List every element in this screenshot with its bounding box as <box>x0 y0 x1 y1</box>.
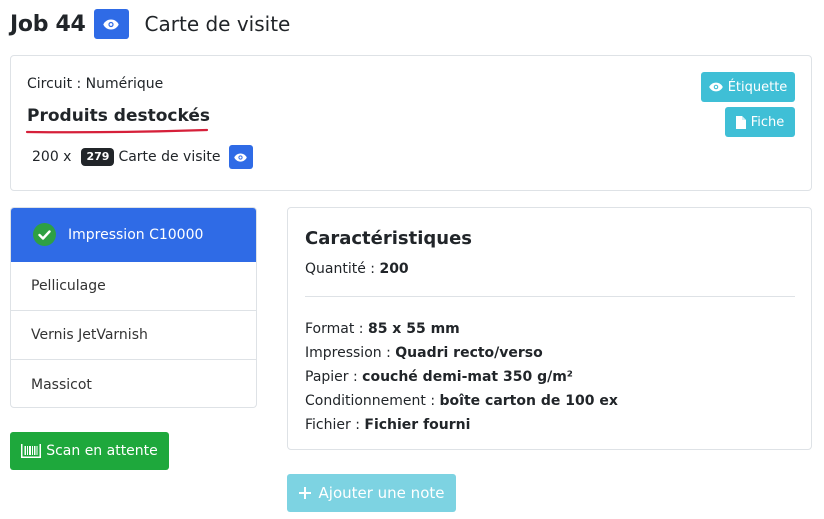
spec-impression: Impression : Quadri recto/verso <box>305 341 618 365</box>
circuit-label: Circuit : Numérique <box>27 76 164 92</box>
spec-value: 85 x 55 mm <box>367 321 460 337</box>
spec-fichier: Fichier : Fichier fourni <box>305 413 618 437</box>
step-vernis[interactable]: Vernis JetVarnish <box>11 311 256 360</box>
production-steps: Impression C10000 Pelliculage Vernis Jet… <box>10 207 257 408</box>
specs-list: Format : 85 x 55 mm Impression : Quadri … <box>305 317 618 437</box>
characteristics-quantity: Quantité : 200 <box>305 261 409 277</box>
spec-value: couché demi-mat 350 g/m² <box>362 369 573 385</box>
spec-label: Format : <box>305 321 368 337</box>
page-header: Job 44 Carte de visite <box>10 9 290 39</box>
characteristics-title: Caractéristiques <box>305 228 473 249</box>
eye-icon <box>708 82 723 92</box>
product-line: 200 x 279 Carte de visite <box>32 145 253 169</box>
spec-label: Conditionnement : <box>305 393 440 409</box>
step-label: Pelliculage <box>31 278 106 294</box>
add-note-button[interactable]: Ajouter une note <box>287 474 456 512</box>
job-summary-card: Circuit : Numérique Produits destockés 2… <box>10 55 812 191</box>
fiche-label: Fiche <box>750 114 785 130</box>
step-pelliculage[interactable]: Pelliculage <box>11 262 256 311</box>
step-label: Vernis JetVarnish <box>31 327 148 343</box>
spec-value: boîte carton de 100 ex <box>439 393 618 409</box>
spec-format: Format : 85 x 55 mm <box>305 317 618 341</box>
spec-label: Impression : <box>305 345 396 361</box>
red-underline <box>25 128 209 134</box>
product-badge: 279 <box>81 148 115 166</box>
fiche-button[interactable]: Fiche <box>725 107 795 137</box>
spec-value: Quadri recto/verso <box>395 345 543 361</box>
plus-icon <box>298 487 311 499</box>
characteristics-card: Caractéristiques Quantité : 200 Format :… <box>287 207 812 450</box>
quantity-value: 200 <box>379 261 409 277</box>
spec-label: Fichier : <box>305 417 365 433</box>
view-product-button[interactable] <box>228 145 253 169</box>
product-name: Carte de visite <box>118 149 221 165</box>
step-label: Impression C10000 <box>68 226 204 243</box>
spec-label: Papier : <box>305 369 363 385</box>
eye-icon <box>103 19 119 29</box>
product-quantity: 200 x <box>32 149 72 165</box>
scan-button[interactable]: Scan en attente <box>10 432 169 470</box>
step-label: Massicot <box>31 376 92 393</box>
job-name: Carte de visite <box>144 12 291 36</box>
step-impression[interactable]: Impression C10000 <box>11 208 256 262</box>
view-job-button[interactable] <box>93 9 129 39</box>
etiquette-button[interactable]: Étiquette <box>701 72 795 102</box>
etiquette-label: Étiquette <box>727 79 788 95</box>
products-title: Produits destockés <box>27 106 210 126</box>
eye-icon <box>234 152 247 162</box>
quantity-label: Quantité : <box>305 261 380 277</box>
spec-value: Fichier fourni <box>364 417 471 433</box>
scan-label: Scan en attente <box>46 443 158 459</box>
barcode-icon <box>21 444 42 458</box>
spec-papier: Papier : couché demi-mat 350 g/m² <box>305 365 618 389</box>
step-massicot[interactable]: Massicot <box>11 360 256 407</box>
spec-conditionnement: Conditionnement : boîte carton de 100 ex <box>305 389 618 413</box>
add-note-label: Ajouter une note <box>318 484 445 502</box>
divider <box>305 296 795 297</box>
file-icon <box>735 115 746 129</box>
check-circle-icon <box>33 223 56 246</box>
job-title: Job 44 <box>10 11 86 37</box>
